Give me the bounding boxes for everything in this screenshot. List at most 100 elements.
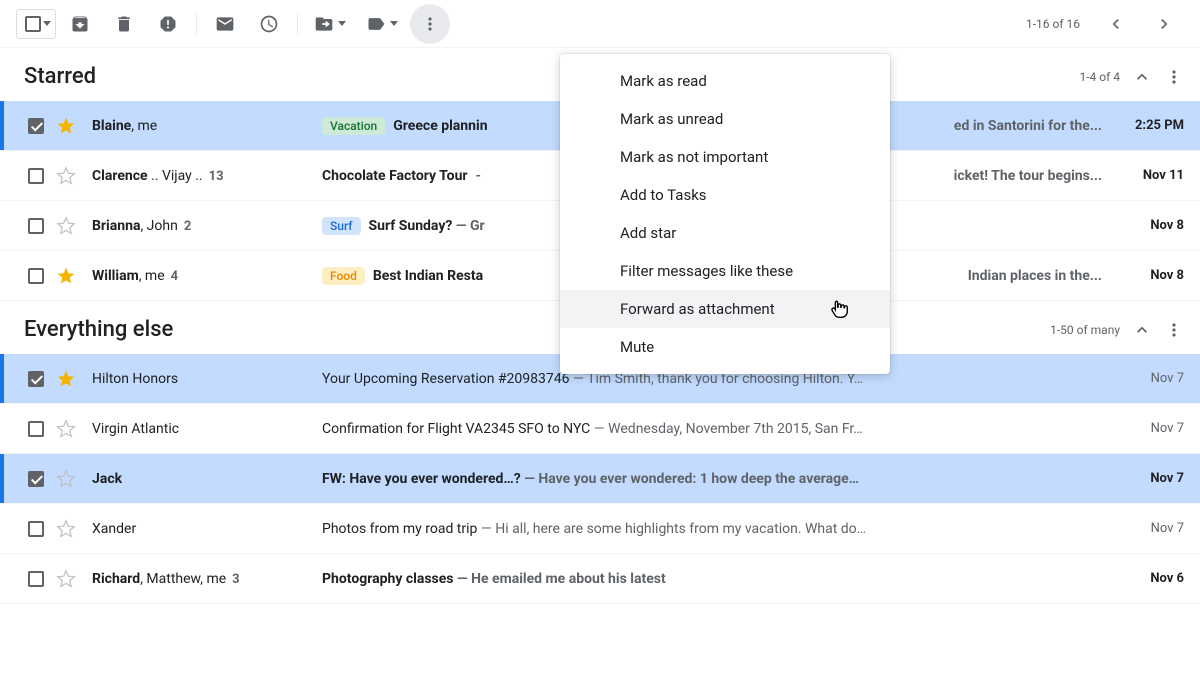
toolbar-right: 1-16 of 16 [1026, 4, 1184, 44]
email-subject: Your Upcoming Reservation #20983746 [322, 371, 569, 387]
email-subject: Confirmation for Flight VA2345 SFO to NY… [322, 421, 590, 437]
email-content-text: Photography classes — He emailed me abou… [322, 571, 1102, 587]
email-date: Nov 11 [1114, 168, 1184, 183]
row-checkbox[interactable] [26, 369, 46, 389]
email-subject: Greece plannin [393, 118, 487, 134]
label-tag[interactable]: Surf [322, 217, 361, 235]
email-sender: William, me 4 [92, 268, 322, 284]
email-content: Photos from my road trip — Hi all, here … [322, 521, 1102, 537]
star-button[interactable] [56, 116, 76, 136]
section-title: Starred [24, 64, 96, 89]
star-button[interactable] [56, 519, 76, 539]
menu-item-forward-as-attachment[interactable]: Forward as attachment [560, 290, 890, 328]
email-subject: Photos from my road trip [322, 521, 477, 537]
email-sender: Hilton Honors [92, 371, 322, 387]
section-more-button[interactable] [1164, 320, 1184, 340]
email-content-text: Photos from my road trip — Hi all, here … [322, 521, 1102, 537]
star-button[interactable] [56, 419, 76, 439]
email-date: Nov 7 [1114, 521, 1184, 536]
email-sender: Virgin Atlantic [92, 421, 322, 437]
toolbar-left [16, 4, 1022, 44]
email-sender: Clarence .. Vijay .. 13 [92, 168, 322, 184]
email-snippet: — Hi all, here are some highlights from … [477, 521, 866, 537]
email-sender: Richard, Matthew, me 3 [92, 571, 322, 587]
label-tag[interactable]: Vacation [322, 117, 385, 135]
email-date: Nov 8 [1114, 218, 1184, 233]
email-subject: Surf Sunday? [369, 218, 453, 234]
divider [196, 14, 197, 34]
email-date: Nov 7 [1114, 371, 1184, 386]
menu-item-add-to-tasks[interactable]: Add to Tasks [560, 176, 890, 214]
email-subject: Chocolate Factory Tour [322, 168, 468, 184]
row-checkbox[interactable] [26, 469, 46, 489]
email-content-text: Confirmation for Flight VA2345 SFO to NY… [322, 421, 1102, 437]
section-more-button[interactable] [1164, 67, 1184, 87]
star-button[interactable] [56, 469, 76, 489]
archive-button[interactable] [60, 4, 100, 44]
prev-page-button[interactable] [1096, 4, 1136, 44]
menu-item-mark-as-not-important[interactable]: Mark as not important [560, 138, 890, 176]
menu-item-add-star[interactable]: Add star [560, 214, 890, 252]
email-snippet: — Gr [452, 218, 484, 234]
report-spam-button[interactable] [148, 4, 188, 44]
email-row[interactable]: Richard, Matthew, me 3 Photography class… [0, 554, 1200, 604]
email-snippet: — He emailed me about his latest [453, 571, 665, 587]
section-count: 1-50 of many [1050, 323, 1120, 337]
email-snippet: — Have you ever wondered: 1 how deep the… [521, 471, 859, 487]
menu-item-mark-as-unread[interactable]: Mark as unread [560, 100, 890, 138]
email-subject: FW: Have you ever wondered…? [322, 471, 521, 487]
star-button[interactable] [56, 266, 76, 286]
move-to-button[interactable] [306, 4, 354, 44]
row-checkbox[interactable] [26, 166, 46, 186]
star-button[interactable] [56, 569, 76, 589]
labels-button[interactable] [358, 4, 406, 44]
context-menu: Mark as readMark as unreadMark as not im… [560, 54, 890, 374]
section-controls: 1-4 of 4 [1079, 67, 1184, 87]
divider [297, 14, 298, 34]
menu-item-mark-as-read[interactable]: Mark as read [560, 62, 890, 100]
email-row[interactable]: Jack FW: Have you ever wondered…? — Have… [0, 454, 1200, 504]
delete-button[interactable] [104, 4, 144, 44]
email-content: FW: Have you ever wondered…? — Have you … [322, 471, 1102, 487]
star-button[interactable] [56, 369, 76, 389]
email-row[interactable]: Virgin Atlantic Confirmation for Flight … [0, 404, 1200, 454]
email-sender: Brianna, John 2 [92, 218, 322, 234]
thread-count: 4 [171, 269, 178, 284]
label-tag[interactable]: Food [322, 267, 365, 285]
next-page-button[interactable] [1144, 4, 1184, 44]
thread-count: 2 [184, 219, 191, 234]
email-date: Nov 7 [1114, 421, 1184, 436]
pagination-text: 1-16 of 16 [1026, 17, 1080, 31]
email-snippet: ed in Santorini for the... [954, 118, 1102, 134]
cursor-pointer-icon [828, 298, 850, 320]
section-title: Everything else [24, 317, 173, 342]
snooze-button[interactable] [249, 4, 289, 44]
email-subject: Photography classes [322, 571, 453, 587]
menu-item-filter-messages-like-these[interactable]: Filter messages like these [560, 252, 890, 290]
email-content: Photography classes — He emailed me abou… [322, 571, 1102, 587]
select-all-dropdown[interactable] [16, 9, 56, 39]
email-snippet: icket! The tour begins... [954, 168, 1102, 184]
star-button[interactable] [56, 216, 76, 236]
chevron-down-icon [390, 21, 398, 26]
more-button[interactable] [410, 4, 450, 44]
section-count: 1-4 of 4 [1079, 70, 1120, 84]
menu-item-mute[interactable]: Mute [560, 328, 890, 366]
row-checkbox[interactable] [26, 216, 46, 236]
email-sender: Blaine, me [92, 118, 322, 134]
thread-count: 13 [209, 169, 224, 184]
select-all-checkbox[interactable] [25, 16, 41, 32]
collapse-button[interactable] [1132, 67, 1152, 87]
email-row[interactable]: Xander Photos from my road trip — Hi all… [0, 504, 1200, 554]
email-date: Nov 6 [1114, 571, 1184, 586]
collapse-button[interactable] [1132, 320, 1152, 340]
toolbar: 1-16 of 16 [0, 0, 1200, 48]
row-checkbox[interactable] [26, 519, 46, 539]
row-checkbox[interactable] [26, 266, 46, 286]
row-checkbox[interactable] [26, 419, 46, 439]
star-button[interactable] [56, 166, 76, 186]
row-checkbox[interactable] [26, 569, 46, 589]
email-date: 2:25 PM [1114, 118, 1184, 133]
mark-unread-button[interactable] [205, 4, 245, 44]
row-checkbox[interactable] [26, 116, 46, 136]
